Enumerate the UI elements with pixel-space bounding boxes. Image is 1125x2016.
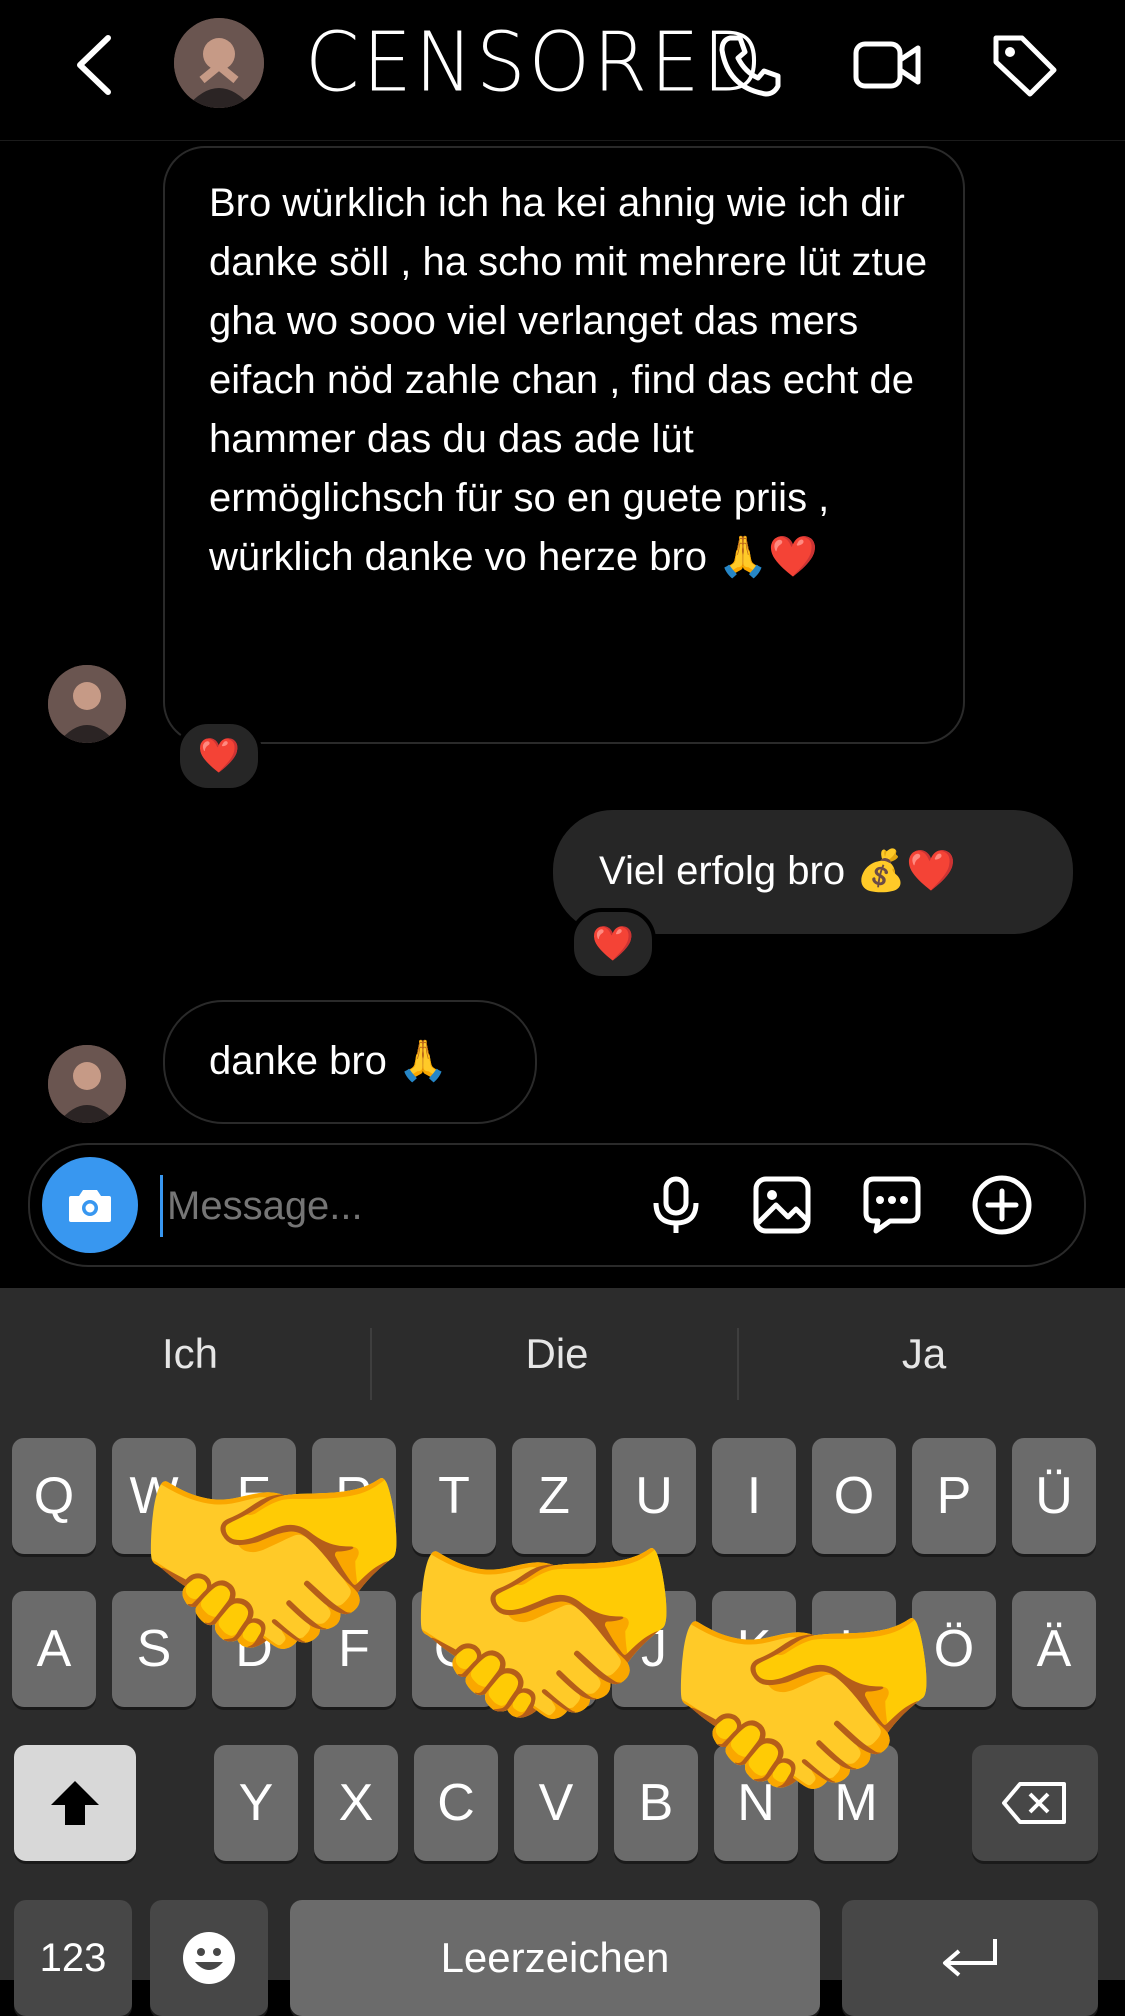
message-text: danke bro 🙏 [209,1039,448,1083]
handshake-emoji-overlay: 🤝 [130,1434,417,1691]
space-key[interactable]: Leerzeichen [290,1900,820,2016]
message-composer [28,1143,1086,1267]
message-text: Viel erfolg bro 💰❤️ [599,849,956,893]
phone-icon[interactable] [712,28,786,102]
key[interactable]: Y [214,1745,298,1861]
contact-name[interactable]: CENSORED [305,16,766,111]
chat-header: CENSORED [0,0,1125,141]
suggestion-bar: Ich Die Ja [0,1288,1125,1438]
tag-icon[interactable] [988,28,1062,102]
message-input[interactable] [160,1175,649,1237]
suggestion-item[interactable]: Ich [5,1330,375,1378]
key[interactable]: Ü [1012,1438,1096,1554]
return-key[interactable] [842,1900,1098,2016]
sender-avatar[interactable] [48,665,126,743]
keyboard: Ich Die Ja Q W E R T Z U I O P Ü A S D F… [0,1288,1125,2016]
suggestion-item[interactable]: Ja [739,1330,1109,1378]
key[interactable]: I [712,1438,796,1554]
key[interactable]: Ä [1012,1591,1096,1707]
key[interactable]: A [12,1591,96,1707]
key[interactable]: C [414,1745,498,1861]
key[interactable]: O [812,1438,896,1554]
gallery-icon[interactable] [750,1173,814,1237]
incoming-message-bubble[interactable]: Bro würklich ich ha kei ahnig wie ich di… [163,146,965,744]
backspace-icon [1002,1782,1066,1824]
numbers-key[interactable]: 123 [14,1900,132,2016]
message-text: Bro würklich ich ha kei ahnig wie ich di… [209,181,928,579]
emoji-key[interactable] [150,1900,268,2016]
return-arrow-icon [943,1939,997,1977]
key[interactable]: X [314,1745,398,1861]
plus-circle-icon[interactable] [970,1173,1034,1237]
heart-reaction[interactable]: ❤️ [570,908,656,980]
sender-avatar[interactable] [48,1045,126,1123]
backspace-key[interactable] [972,1745,1098,1861]
heart-reaction[interactable]: ❤️ [176,720,262,792]
handshake-emoji-overlay: 🤝 [660,1574,947,1831]
key[interactable]: V [514,1745,598,1861]
video-camera-icon[interactable] [850,28,924,102]
sticker-chat-icon[interactable] [860,1173,924,1237]
microphone-icon[interactable] [644,1173,708,1237]
shift-arrow-icon [51,1781,99,1825]
key[interactable]: Q [12,1438,96,1554]
key[interactable]: P [912,1438,996,1554]
contact-avatar[interactable] [174,18,264,108]
incoming-message-bubble[interactable]: danke bro 🙏 [163,1000,537,1124]
camera-icon[interactable] [42,1157,138,1253]
emoji-face-icon [183,1932,235,1984]
back-chevron-icon[interactable] [70,30,120,100]
handshake-emoji-overlay: 🤝 [400,1504,687,1761]
shift-key[interactable] [14,1745,136,1861]
suggestion-item[interactable]: Die [372,1330,742,1378]
